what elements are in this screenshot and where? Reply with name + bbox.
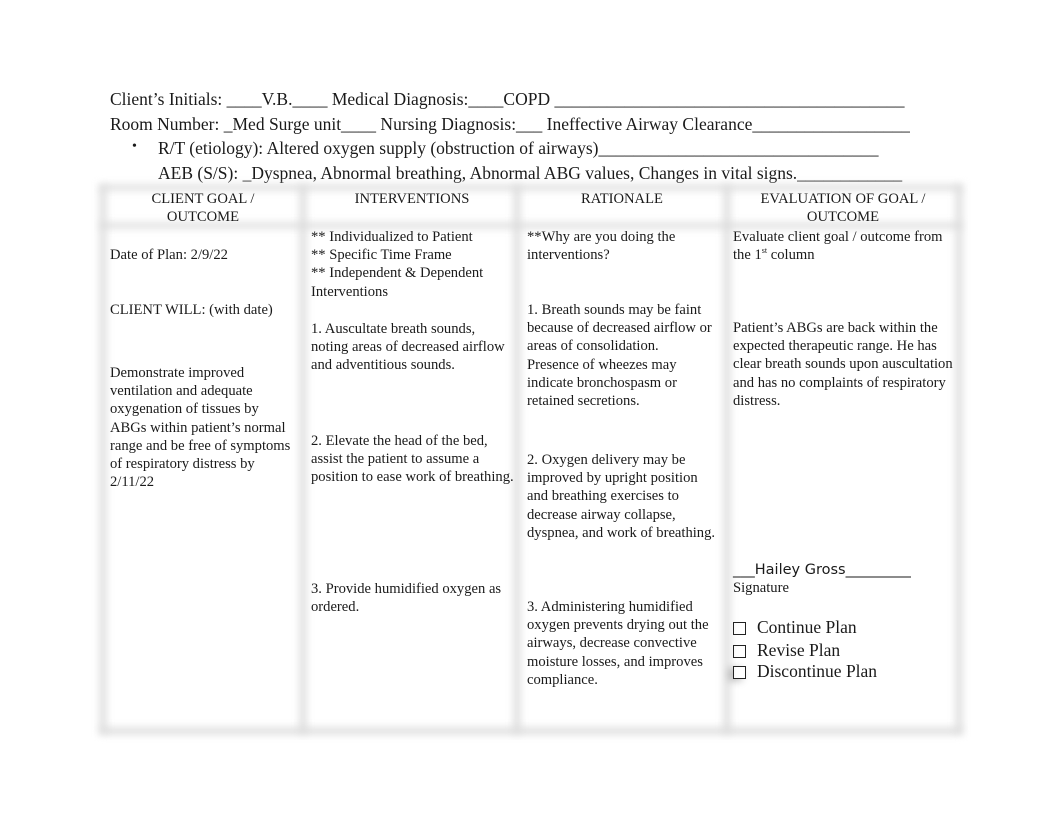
intervention-item-2: 2. Elevate the head of the bed, assist t…	[311, 433, 514, 486]
evidenced-by-line: AEB (S/S): _Dyspnea, Abnormal breathing,…	[158, 163, 903, 183]
column-header-rationale-line1: RATIONALE	[581, 191, 663, 207]
continue-plan-option[interactable]: Continue Plan	[733, 617, 857, 637]
intervention-item-3: 3. Provide humidified oxygen as ordered.	[311, 581, 502, 616]
date-of-plan: Date of Plan: 2/9/22	[110, 247, 228, 263]
guideline-item: ** Independent & Dependent Interventions	[311, 265, 484, 300]
column-header-evaluation-line2: OUTCOME	[806, 209, 880, 225]
bullet-icon: •	[132, 139, 137, 154]
column-header-rationale: RATIONALE	[520, 190, 724, 208]
column-header-interventions: INTERVENTIONS	[310, 190, 514, 208]
table-border-bottom	[100, 728, 962, 734]
room-number-line: Room Number: _Med Surge unit____ Nursing…	[110, 114, 910, 134]
guideline-item: ** Specific Time Frame	[311, 247, 452, 264]
goal-outcome-text: Demonstrate improved ventilation and ade…	[110, 365, 291, 491]
table-border-right	[956, 185, 962, 733]
evaluation-text: Patient’s ABGs are back within the expec…	[733, 320, 953, 409]
rationale-prompt: **Why are you doing the interventions?	[527, 229, 676, 264]
rationale-item-2: 2. Oxygen delivery may be improved by up…	[527, 452, 716, 541]
interventions-guidelines: ** Individualized to Patient ** Specific…	[311, 228, 511, 301]
related-to-line: R/T (etiology): Altered oxygen supply (o…	[158, 138, 879, 158]
signature-label: Signature	[733, 580, 789, 596]
intervention-item-1: 1. Auscultate breath sounds, noting area…	[311, 321, 505, 374]
column-header-interventions-line1: INTERVENTIONS	[354, 191, 470, 207]
checkbox-icon[interactable]	[733, 645, 746, 658]
signature-field[interactable]: ___Hailey Gross_________	[733, 562, 911, 578]
column-header-goal: CLIENT GOAL / OUTCOME	[110, 190, 296, 226]
client-initials-line: Client’s Initials: ____V.B.____ Medical …	[110, 89, 905, 109]
column-header-evaluation-line1: EVALUATION OF GOAL /	[760, 191, 926, 207]
discontinue-plan-label: Discontinue Plan	[757, 661, 878, 681]
column-header-goal-line2: OUTCOME	[166, 209, 240, 225]
rationale-item-1: 1. Breath sounds may be faint because of…	[527, 302, 712, 410]
rationale-item-3: 3. Administering humidified oxygen preve…	[527, 599, 709, 688]
revise-plan-option[interactable]: Revise Plan	[733, 640, 840, 660]
checkbox-icon[interactable]	[733, 622, 746, 635]
revise-plan-label: Revise Plan	[757, 640, 841, 660]
checkbox-icon[interactable]	[733, 666, 746, 679]
guideline-item: ** Individualized to Patient	[311, 229, 473, 245]
discontinue-plan-option[interactable]: Discontinue Plan	[733, 661, 877, 681]
column-header-evaluation: EVALUATION OF GOAL / OUTCOME	[728, 190, 958, 226]
evaluation-prompt: Evaluate client goal / outcome from the …	[733, 228, 943, 264]
client-will-label: CLIENT WILL: (with date)	[110, 302, 273, 318]
continue-plan-label: Continue Plan	[757, 617, 857, 637]
table-border-left	[100, 185, 106, 733]
column-divider-1	[300, 185, 306, 733]
evaluation-prompt-end: column	[767, 247, 815, 264]
column-divider-3	[724, 185, 730, 733]
column-header-goal-line1: CLIENT GOAL /	[151, 191, 255, 207]
